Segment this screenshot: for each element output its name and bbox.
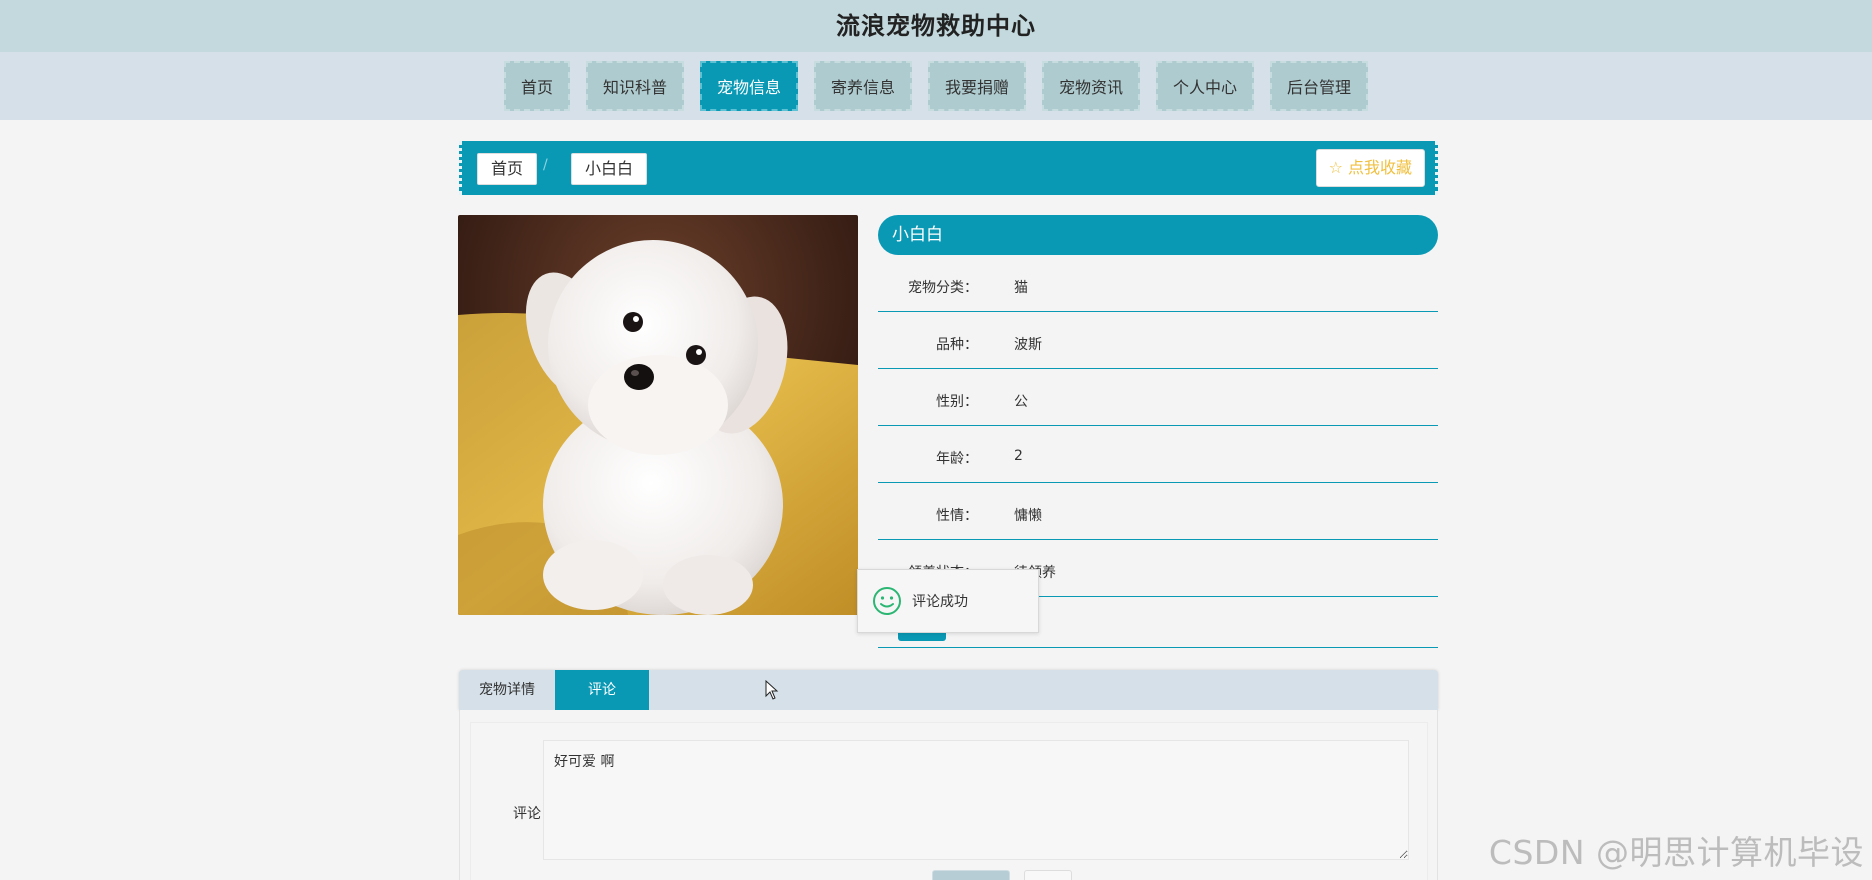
site-header: 流浪宠物救助中心 — [0, 0, 1872, 52]
info-row-age: 年龄： 2 — [878, 426, 1438, 483]
info-value: 波斯 — [1014, 337, 1042, 353]
info-value: 公 — [1014, 394, 1028, 410]
site-title: 流浪宠物救助中心 — [836, 12, 1036, 40]
tab-bar: 宠物详情 评论 — [459, 670, 1438, 710]
pet-name-title: 小白白 — [878, 215, 1438, 255]
nav-item-user-center[interactable]: 个人中心 — [1156, 61, 1255, 111]
toast-text: 评论成功 — [912, 594, 968, 610]
breadcrumb-current: 小白白 — [571, 153, 648, 185]
main-nav: 首页 知识科普 宠物信息 寄养信息 我要捐赠 宠物资讯 个人中心 后台管理 — [0, 52, 1872, 120]
comment-form: 评论 好可爱 啊 — [470, 722, 1428, 880]
info-value: 慵懒 — [1014, 508, 1042, 524]
info-row-breed: 品种： 波斯 — [878, 312, 1438, 369]
tab-comments[interactable]: 评论 — [555, 670, 649, 710]
info-value: 猫 — [1014, 280, 1028, 296]
white-dog-image — [458, 215, 858, 615]
nav-item-admin[interactable]: 后台管理 — [1270, 61, 1369, 111]
info-row-gender: 性别： 公 — [878, 369, 1438, 426]
info-row-category: 宠物分类： 猫 — [878, 255, 1438, 312]
nav-item-foster-info[interactable]: 寄养信息 — [813, 61, 912, 111]
info-value: 2 — [1014, 448, 1023, 464]
comment-area: 评论 好可爱 啊 — [459, 710, 1438, 880]
info-row-temperament: 性情： 慵懒 — [878, 483, 1438, 540]
info-label: 年龄： — [936, 451, 978, 467]
watermark: CSDN @明思计算机毕设 — [1488, 833, 1864, 872]
toast-message: 评论成功 — [857, 569, 1039, 633]
collect-button[interactable]: ☆ 点我收藏 — [1315, 149, 1425, 187]
nav-item-pet-news[interactable]: 宠物资讯 — [1042, 61, 1141, 111]
nav-item-home[interactable]: 首页 — [503, 61, 570, 111]
submit-comment-button[interactable] — [932, 870, 1010, 880]
comment-textarea[interactable]: 好可爱 啊 — [543, 740, 1409, 860]
info-label: 性情： — [936, 508, 978, 524]
smile-icon — [873, 587, 901, 615]
mouse-cursor-icon — [765, 680, 779, 700]
nav-item-knowledge[interactable]: 知识科普 — [585, 61, 684, 111]
info-label: 品种： — [936, 337, 978, 353]
tab-pet-details[interactable]: 宠物详情 — [459, 670, 555, 710]
info-label: 宠物分类： — [908, 280, 978, 296]
reset-comment-button[interactable] — [1024, 870, 1072, 880]
nav-item-donate[interactable]: 我要捐赠 — [928, 61, 1027, 111]
info-label: 性别： — [936, 394, 978, 410]
pet-photo — [458, 215, 858, 615]
breadcrumb-separator: / — [543, 157, 548, 173]
comment-label: 评论 — [513, 806, 541, 822]
breadcrumb-home-link[interactable]: 首页 — [477, 153, 538, 185]
nav-item-pet-info[interactable]: 宠物信息 — [699, 61, 798, 111]
breadcrumb: 首页 / 小白白 ☆ 点我收藏 — [459, 141, 1438, 195]
